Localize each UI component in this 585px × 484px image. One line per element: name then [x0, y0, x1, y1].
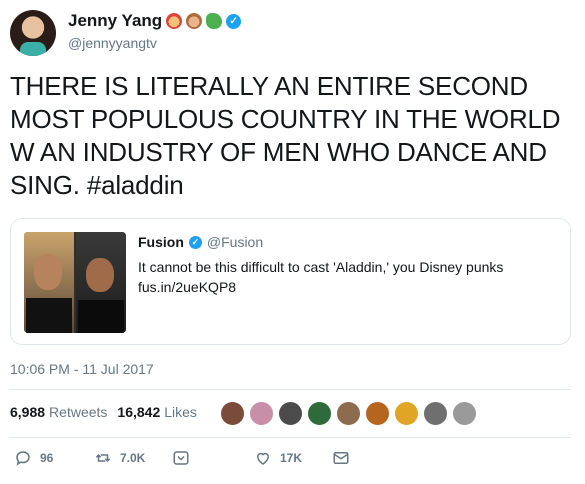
quoted-tweet[interactable]: Fusion ✓ @Fusion It cannot be this diffi… [10, 218, 571, 345]
liker-avatar[interactable] [365, 401, 390, 426]
author-avatar[interactable] [10, 10, 56, 56]
tweet-actions: 96 7.0K 17K [10, 449, 570, 471]
tweet-timestamp[interactable]: 10:06 PM - 11 Jul 2017 [10, 361, 154, 377]
reply-count: 96 [40, 451, 54, 465]
liker-avatar[interactable] [249, 401, 274, 426]
verified-badge-icon: ✓ [188, 235, 202, 249]
divider [10, 437, 571, 438]
liker-avatar[interactable] [220, 401, 245, 426]
liker-avatar[interactable] [307, 401, 332, 426]
retweet-button[interactable]: 7.0K [94, 449, 145, 467]
likes-count[interactable]: 16,842 [117, 404, 160, 420]
dragon-emoji-icon [206, 13, 223, 29]
chevron-down-icon [173, 451, 189, 465]
author-name-row: Jenny Yang ✓ [68, 11, 242, 31]
liker-avatar[interactable] [278, 401, 303, 426]
reply-icon [16, 451, 30, 466]
heart-icon [256, 452, 270, 465]
more-options-button[interactable] [172, 449, 190, 467]
retweets-label[interactable]: Retweets [49, 404, 107, 420]
verified-badge-icon: ✓ [226, 13, 242, 29]
woman-emoji-icon [186, 13, 203, 29]
liker-avatar[interactable] [394, 401, 419, 426]
quoted-author-handle[interactable]: @Fusion [207, 234, 263, 250]
quoted-author-name[interactable]: Fusion [138, 234, 184, 250]
quoted-tweet-text: It cannot be this difficult to cast 'Ala… [138, 257, 503, 297]
like-count: 17K [280, 451, 303, 465]
tweet-stats: 6,988 Retweets 16,842 Likes [10, 404, 207, 420]
liker-avatar[interactable] [336, 401, 361, 426]
reply-button[interactable]: 96 [14, 449, 53, 467]
author-display-name[interactable]: Jenny Yang [68, 11, 162, 31]
likes-label[interactable]: Likes [164, 404, 197, 420]
quoted-tweet-link[interactable]: fus.in/2ueKQP8 [138, 277, 503, 297]
tweet-text: THERE IS LITERALLY AN ENTIRE SECOND MOST… [10, 71, 561, 200]
quoted-tweet-body: It cannot be this difficult to cast 'Ala… [138, 259, 504, 275]
liker-avatars [220, 401, 477, 426]
fairy-emoji-icon [166, 13, 183, 29]
envelope-icon [333, 452, 349, 464]
retweets-count[interactable]: 6,988 [10, 404, 45, 420]
liker-avatar[interactable] [452, 401, 477, 426]
quoted-author-row: Fusion ✓ @Fusion [138, 234, 263, 250]
divider [10, 389, 571, 390]
retweet-count: 7.0K [120, 451, 146, 465]
direct-message-button[interactable] [332, 449, 350, 467]
liker-avatar[interactable] [423, 401, 448, 426]
like-button[interactable]: 17K [254, 449, 302, 467]
retweet-icon [95, 453, 111, 463]
author-handle[interactable]: @jennyyangtv [68, 35, 157, 51]
tweet-header: Jenny Yang ✓ @jennyyangtv [10, 10, 570, 56]
quoted-tweet-image[interactable] [24, 232, 126, 333]
